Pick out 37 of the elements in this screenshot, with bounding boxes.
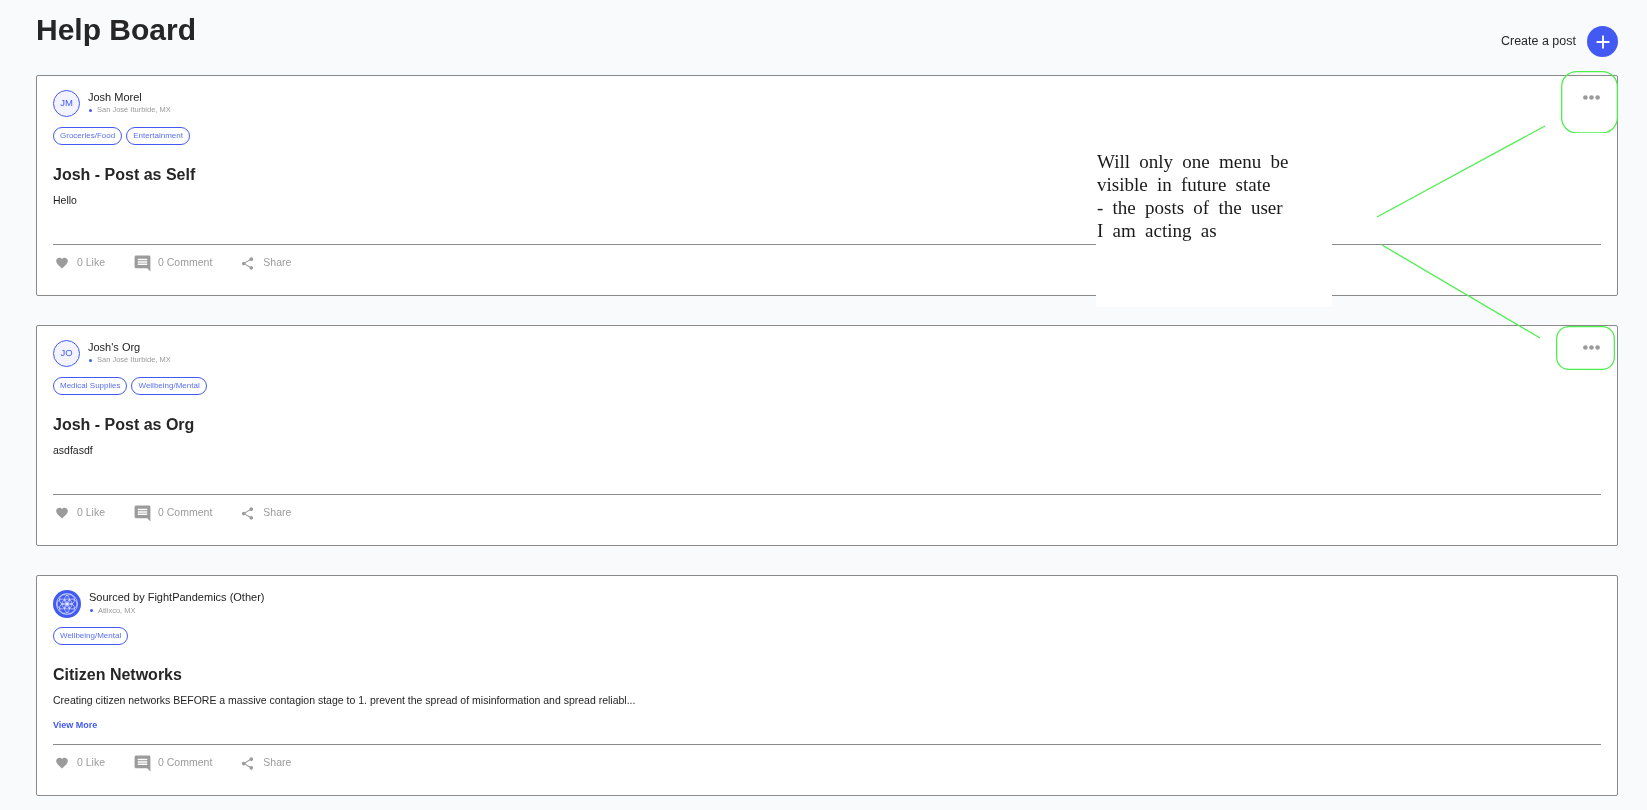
post-body: Hello <box>53 193 77 208</box>
heart-icon <box>55 256 69 270</box>
heart-icon <box>55 506 69 520</box>
like-button[interactable]: 0 Like <box>55 255 106 271</box>
like-button[interactable]: 0 Like <box>55 755 106 771</box>
more-horizontal-icon <box>1582 94 1600 100</box>
author-name: Josh's Org <box>88 340 142 354</box>
more-horizontal-icon <box>1582 344 1600 350</box>
comment-icon <box>133 503 153 523</box>
post-body: Creating citizen networks BEFORE a massive contagion stage to 1. prevent the spread of misinformation and spread reliabl... <box>53 693 636 708</box>
page-title: Help Board <box>36 12 197 48</box>
annotation-note: Will only one menu be visible in future state - the posts of the user I am acting as <box>1097 150 1290 242</box>
post-title: Josh - Post as Org <box>53 415 195 435</box>
avatar: JO <box>53 340 80 367</box>
heart-icon <box>55 756 69 770</box>
share-button[interactable]: Share <box>240 255 292 271</box>
post-title: Josh - Post as Self <box>53 165 196 185</box>
share-icon <box>240 255 256 271</box>
plus-icon <box>1587 26 1618 57</box>
share-icon <box>240 505 256 521</box>
create-post-button[interactable]: Create a post <box>1500 26 1618 57</box>
share-icon <box>240 755 256 771</box>
comment-button[interactable]: 0 Comment <box>133 253 213 273</box>
comment-icon <box>133 753 153 773</box>
author-name: Josh Morel <box>88 90 143 104</box>
avatar: JM <box>53 90 80 117</box>
post-title: Citizen Networks <box>53 665 182 685</box>
like-button[interactable]: 0 Like <box>55 505 106 521</box>
comment-icon <box>133 253 153 273</box>
comment-button[interactable]: 0 Comment <box>133 503 213 523</box>
view-more-link[interactable]: View More <box>53 719 98 731</box>
comment-button[interactable]: 0 Comment <box>133 753 213 773</box>
share-button[interactable]: Share <box>240 755 292 771</box>
post-body: asdfasdf <box>53 443 93 458</box>
flower-logo-icon <box>53 590 81 618</box>
author-name: Sourced by FightPandemics (Other) <box>89 591 265 604</box>
share-button[interactable]: Share <box>240 505 292 521</box>
